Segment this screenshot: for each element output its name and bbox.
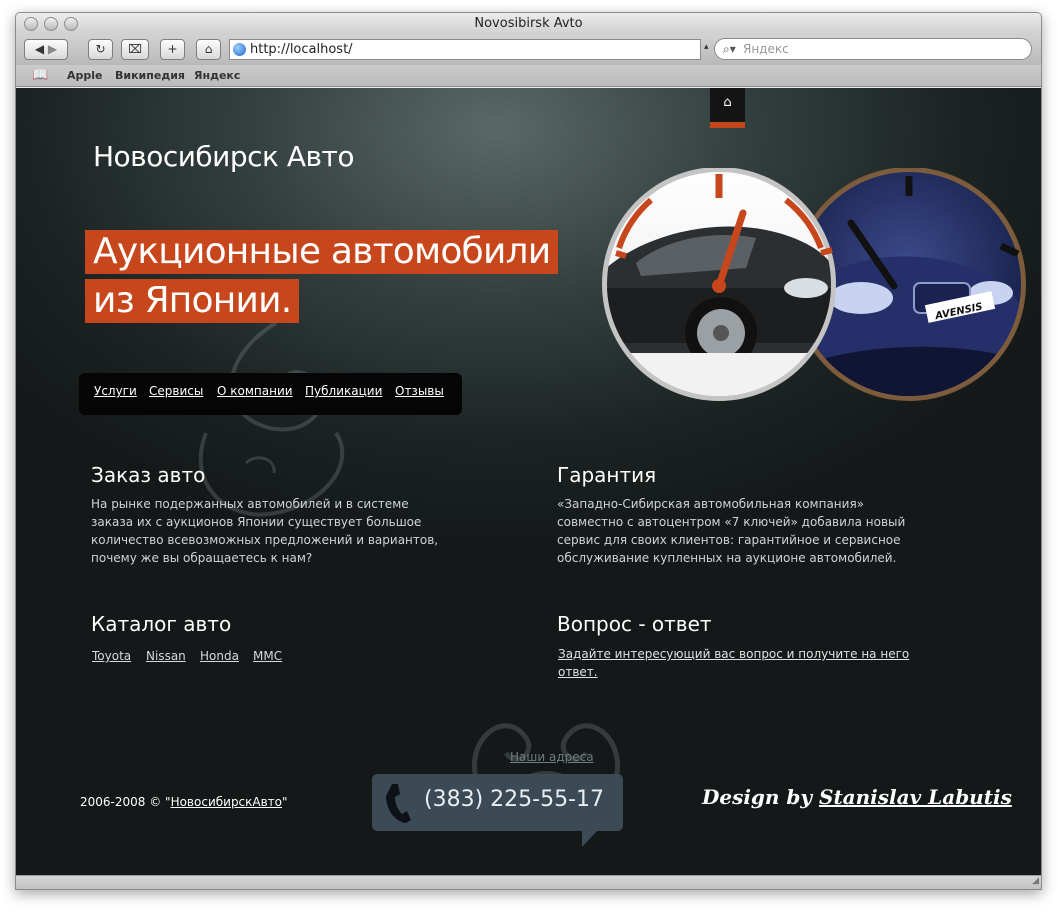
home-link[interactable]: ⌂	[710, 88, 745, 128]
phone-icon	[386, 784, 411, 823]
designer-credit: Design by Stanislav Labutis	[702, 785, 1012, 809]
text-line: «Западно-Сибирская автомобильная компани…	[557, 497, 865, 511]
home-icon: ⌂	[204, 42, 213, 56]
search-icon: ⌕▾	[723, 42, 736, 56]
text-line: количество всевозможных предложений и ва…	[91, 533, 439, 547]
car-speedometer-illustration: AVENSIS	[602, 168, 1026, 401]
bookmark-item[interactable]: Яндекс	[194, 65, 240, 87]
order-title: Заказ авто	[91, 463, 206, 487]
phone-bubble-tail	[582, 830, 598, 847]
copyright-site-link[interactable]: НовосибирскАвто	[171, 795, 282, 809]
catalog-title: Каталог авто	[91, 612, 232, 636]
addresses-link[interactable]: Наши адреса	[510, 750, 594, 764]
home-button[interactable]: ⌂	[196, 39, 221, 60]
browser-window: Novosibirsk Avto ◀ ▶ ↻ ⌧ + ⌂ http://loca…	[15, 12, 1042, 890]
brand-link-mmc[interactable]: MMC	[253, 649, 282, 663]
catalog-brands: Toyota Nissan Honda MMC	[92, 649, 392, 669]
resize-grip-icon[interactable]: ◢	[1032, 876, 1039, 886]
address-text: http://localhost/	[250, 42, 353, 57]
search-field[interactable]: ⌕▾ Яндекс	[714, 38, 1032, 60]
reload-icon: ↻	[95, 42, 106, 56]
text-line: сервис для своих клиентов: гарантийное и…	[557, 533, 901, 547]
copyright-prefix: 2006-2008 © "	[80, 795, 171, 809]
minimize-window-button[interactable]	[44, 17, 58, 31]
toolbar: ◀ ▶ ↻ ⌧ + ⌂ http://localhost/ ▴ ⌕▾ Яндек…	[16, 35, 1041, 65]
copyright-suffix: "	[282, 795, 288, 809]
text-line: совместно с автоцентром «7 ключей» добав…	[557, 515, 906, 529]
text-line: почему же вы обращаетесь к нам?	[91, 551, 313, 565]
back-forward-buttons[interactable]: ◀ ▶	[24, 39, 68, 60]
home-icon: ⌂	[723, 95, 732, 110]
hero-heading-line2: из Японии.	[85, 279, 300, 323]
address-bar[interactable]: http://localhost/	[229, 39, 701, 60]
globe-icon	[233, 43, 246, 56]
faq-link-line[interactable]: ответ.	[558, 663, 909, 681]
warranty-text: «Западно-Сибирская автомобильная компани…	[557, 495, 905, 567]
faq-link-line[interactable]: Задайте интересующий вас вопрос и получи…	[558, 645, 909, 663]
faq-link[interactable]: Задайте интересующий вас вопрос и получи…	[558, 645, 909, 681]
window-title: Novosibirsk Avto	[474, 16, 583, 31]
back-icon[interactable]: ◀	[35, 42, 44, 56]
plus-icon: +	[167, 42, 178, 56]
brand-link-nissan[interactable]: Nissan	[146, 649, 186, 663]
add-bookmark-button[interactable]: +	[160, 39, 185, 60]
bookmarks-bar: 📖 Apple Википедия Яндекс	[16, 65, 1041, 87]
designer-name-link[interactable]: Stanislav Labutis	[819, 785, 1012, 809]
phone-bubble: (383) 225-55-17	[372, 774, 623, 847]
search-placeholder: Яндекс	[743, 42, 789, 56]
bookmarks-book-icon[interactable]: 📖	[32, 65, 48, 87]
reload-button[interactable]: ↻	[88, 39, 113, 60]
zoom-window-button[interactable]	[64, 17, 78, 31]
main-nav: Услуги Сервисы О компании Публикации Отз…	[79, 373, 462, 415]
site-title: Новосибирск Авто	[93, 140, 354, 173]
status-bar: ◢	[16, 875, 1041, 889]
bookmark-item[interactable]: Википедия	[115, 65, 185, 87]
text-line: обслуживание купленных на аукционе автом…	[557, 551, 897, 565]
close-window-button[interactable]	[24, 17, 38, 31]
snapback-icon: ⌧	[128, 42, 142, 56]
faq-title: Вопрос - ответ	[557, 612, 712, 636]
text-line: На рынке подержанных автомобилей и в сис…	[91, 497, 409, 511]
snapback-button[interactable]: ⌧	[121, 39, 149, 60]
brand-link-honda[interactable]: Honda	[200, 649, 239, 663]
order-text: На рынке подержанных автомобилей и в сис…	[91, 495, 438, 567]
nav-reviews[interactable]: Отзывы	[395, 384, 444, 398]
warranty-title: Гарантия	[557, 463, 657, 487]
nav-services[interactable]: Услуги	[94, 384, 137, 398]
copyright: 2006-2008 © "НовосибирскАвто"	[80, 795, 288, 809]
nav-publications[interactable]: Публикации	[305, 384, 382, 398]
nav-tools[interactable]: Сервисы	[149, 384, 203, 398]
web-page: ⌂ Новосибирск Авто Аукционные автомобили…	[16, 88, 1041, 877]
text-line: заказа их с аукционов Японии существует …	[91, 515, 422, 529]
brand-link-toyota[interactable]: Toyota	[92, 649, 131, 663]
hero-heading-line1: Аукционные автомобили	[85, 230, 559, 274]
nav-about[interactable]: О компании	[217, 384, 293, 398]
address-dropdown-icon[interactable]: ▴	[704, 42, 709, 52]
phone-number: (383) 225-55-17	[424, 787, 605, 812]
title-bar: Novosibirsk Avto	[16, 13, 1041, 35]
designer-prefix: Design by	[702, 785, 813, 809]
forward-icon[interactable]: ▶	[48, 42, 57, 56]
bookmark-item[interactable]: Apple	[67, 65, 103, 87]
